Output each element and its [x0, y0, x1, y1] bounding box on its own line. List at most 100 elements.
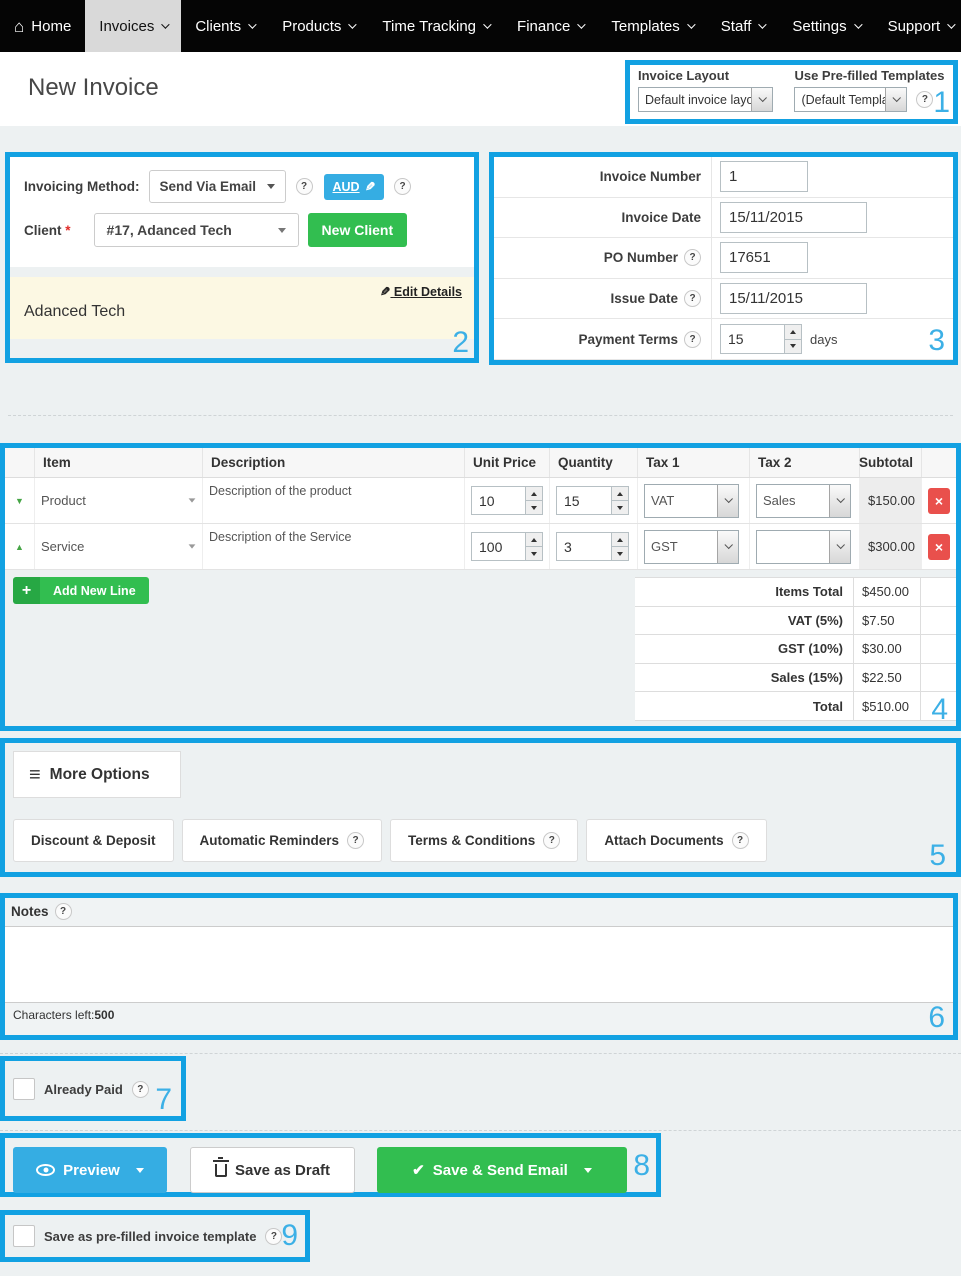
select-button[interactable]: [829, 485, 850, 517]
move-row-up-icon[interactable]: ▲: [15, 542, 24, 552]
tax1-value: GST: [645, 531, 717, 563]
select-button[interactable]: [829, 531, 850, 563]
issue-date-input[interactable]: [720, 283, 867, 314]
annotation-box-9: Save as pre-filled invoice template ? 9: [0, 1210, 310, 1262]
description-input[interactable]: Description of the product: [209, 478, 351, 498]
tax1-select[interactable]: VAT: [644, 484, 739, 518]
eye-icon: [36, 1164, 55, 1176]
quantity-stepper[interactable]: 15: [556, 486, 629, 515]
chevron-down-icon: [161, 20, 169, 28]
help-icon[interactable]: ?: [684, 249, 701, 266]
help-icon[interactable]: ?: [543, 832, 560, 849]
select-button[interactable]: [751, 88, 772, 111]
prefilled-template-select[interactable]: (Default Template): [794, 87, 907, 112]
currency-button[interactable]: AUD ✎: [324, 174, 385, 200]
payment-terms-stepper[interactable]: 15: [720, 324, 802, 354]
nav-item-staff[interactable]: Staff: [707, 0, 779, 52]
nav-item-finance[interactable]: Finance: [503, 0, 597, 52]
help-icon[interactable]: ?: [296, 178, 313, 195]
caret-down-icon[interactable]: [136, 1168, 144, 1173]
nav-item-clients[interactable]: Clients: [181, 0, 268, 52]
annotation-number: 1: [933, 88, 950, 118]
stepper-arrows[interactable]: [784, 325, 801, 353]
column-header-subtotal: Subtotal: [860, 448, 922, 477]
select-button[interactable]: [885, 88, 906, 111]
help-icon[interactable]: ?: [732, 832, 749, 849]
delete-row-button[interactable]: ×: [928, 534, 950, 560]
nav-item-templates[interactable]: Templates: [597, 0, 706, 52]
help-icon[interactable]: ?: [132, 1081, 149, 1098]
chevron-down-icon: [759, 20, 767, 28]
notes-label: Notes: [11, 904, 49, 919]
totals-row: Sales (15%)$22.50: [635, 664, 956, 693]
automatic-reminders-button[interactable]: Automatic Reminders?: [182, 819, 383, 862]
select-button[interactable]: [717, 485, 738, 517]
help-icon[interactable]: ?: [347, 832, 364, 849]
invoicing-method-dropdown[interactable]: Send Via Email: [149, 170, 286, 203]
move-row-down-icon[interactable]: ▼: [15, 496, 24, 506]
caret-down-icon[interactable]: [584, 1168, 592, 1173]
total-value: $450.00: [853, 578, 920, 606]
delete-row-button[interactable]: ×: [928, 488, 950, 514]
item-select[interactable]: Service: [41, 539, 196, 554]
invoice-layout-select[interactable]: Default invoice layout: [638, 87, 773, 112]
terms-conditions-button[interactable]: Terms & Conditions?: [390, 819, 578, 862]
invoice-number-input[interactable]: [720, 161, 808, 192]
save-as-draft-button[interactable]: Save as Draft: [190, 1147, 355, 1193]
totals-row: Total$510.00: [635, 692, 956, 721]
nav-item-products[interactable]: Products: [268, 0, 368, 52]
help-icon[interactable]: ?: [55, 903, 72, 920]
description-input[interactable]: Description of the Service: [209, 524, 351, 544]
edit-details-link[interactable]: ✎ Edit Details: [380, 284, 462, 299]
add-new-line-button[interactable]: + Add New Line: [13, 577, 149, 604]
already-paid-checkbox[interactable]: [13, 1078, 35, 1100]
nav-item-settings[interactable]: Settings: [778, 0, 873, 52]
help-icon[interactable]: ?: [394, 178, 411, 195]
total-label: GST (10%): [635, 635, 853, 663]
tax2-select[interactable]: [756, 530, 851, 564]
total-label: Sales (15%): [635, 664, 853, 692]
unit-price-stepper[interactable]: 10: [471, 486, 543, 515]
discount-deposit-button[interactable]: Discount & Deposit: [13, 819, 174, 862]
stepper-arrows[interactable]: [611, 487, 628, 514]
nav-item-time-tracking[interactable]: Time Tracking: [368, 0, 503, 52]
tax1-select[interactable]: GST: [644, 530, 739, 564]
column-header-quantity: Quantity: [550, 448, 638, 477]
invoice-date-input[interactable]: [720, 202, 867, 233]
client-select[interactable]: #17, Adanced Tech: [94, 213, 299, 247]
stepper-arrows[interactable]: [611, 533, 628, 560]
chars-left-value: 500: [94, 1008, 114, 1022]
help-icon[interactable]: ?: [684, 331, 701, 348]
attach-documents-button[interactable]: Attach Documents?: [586, 819, 766, 862]
prefilled-template-group: Use Pre-filled Templates (Default Templa…: [794, 68, 944, 112]
client-summary-panel: ✎ Edit Details Adanced Tech: [10, 277, 474, 339]
preview-button[interactable]: Preview: [13, 1147, 167, 1193]
help-icon[interactable]: ?: [684, 290, 701, 307]
issue-date-label: Issue Date: [610, 291, 678, 306]
tax2-select[interactable]: Sales: [756, 484, 851, 518]
nav-item-home[interactable]: ⌂ Home: [0, 0, 85, 52]
po-number-input[interactable]: [720, 242, 808, 273]
select-button[interactable]: [717, 531, 738, 563]
dashed-divider: [8, 415, 953, 416]
top-navbar: ⌂ Home Invoices Clients Products Time Tr…: [0, 0, 961, 52]
help-icon[interactable]: ?: [916, 91, 933, 108]
annotation-box-5: ≡ More Options Discount & Deposit Automa…: [0, 738, 961, 877]
annotation-number: 9: [281, 1221, 298, 1251]
stepper-arrows[interactable]: [525, 533, 542, 560]
nav-item-invoices[interactable]: Invoices: [85, 0, 181, 52]
nav-item-support[interactable]: Support: [874, 0, 961, 52]
notes-textarea[interactable]: [5, 926, 953, 1003]
save-template-checkbox[interactable]: [13, 1225, 35, 1247]
step-up-icon: [617, 538, 623, 542]
item-select[interactable]: Product: [41, 493, 196, 508]
quantity-stepper[interactable]: 3: [556, 532, 629, 561]
more-options-tab[interactable]: ≡ More Options: [13, 751, 181, 798]
total-label: Total: [635, 692, 853, 720]
stepper-arrows[interactable]: [525, 487, 542, 514]
nav-label: Settings: [792, 18, 846, 35]
new-client-button[interactable]: New Client: [308, 213, 408, 247]
unit-price-stepper[interactable]: 100: [471, 532, 543, 561]
save-send-email-button[interactable]: ✔ Save & Send Email: [377, 1147, 627, 1193]
help-icon[interactable]: ?: [265, 1228, 282, 1245]
